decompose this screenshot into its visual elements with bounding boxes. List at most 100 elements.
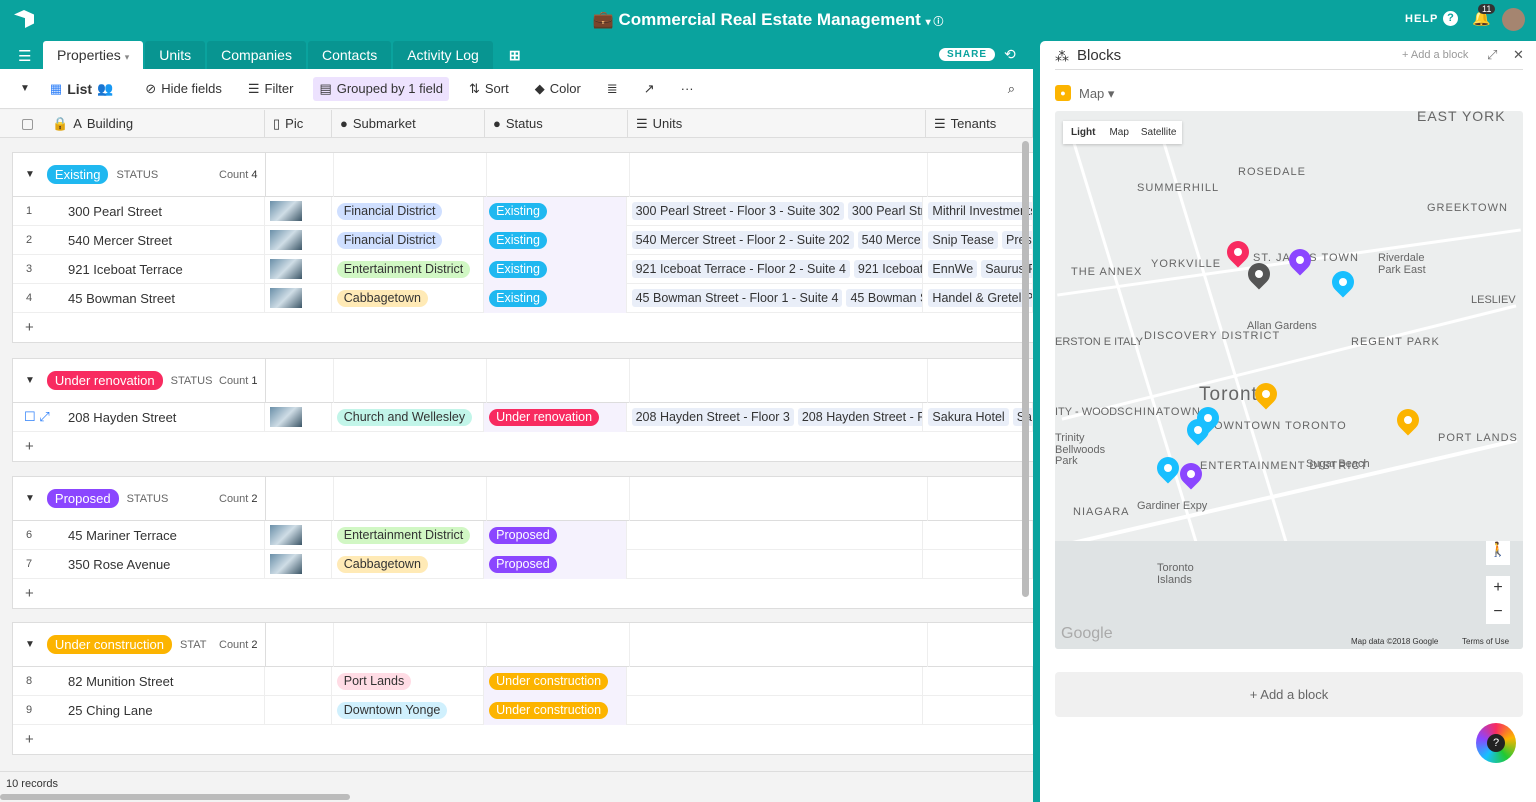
help-icon[interactable]: ? [1443,11,1458,26]
unit-chip[interactable]: 540 Mercer Street - Floor 2 - Suite 202 [631,231,854,249]
map-pin[interactable] [1152,452,1184,484]
building-thumbnail[interactable] [270,407,302,427]
unit-chip[interactable]: 921 Iceboat Terrace - Floor 2 - Suite 4 [631,260,850,278]
group-button[interactable]: ▤ Grouped by 1 field [313,76,449,101]
unit-chip[interactable]: 921 Iceboat [853,260,923,278]
filter-button[interactable]: ☰ Filter [242,77,300,101]
tenant-chip[interactable]: Mithril Investments [928,202,1033,220]
share-button[interactable]: SHARE [939,48,996,61]
unit-chip[interactable]: 300 Pearl Str [847,202,923,220]
avatar[interactable] [1502,8,1525,31]
tenant-chip[interactable]: EnnWe [928,260,978,278]
tab-units[interactable]: Units [145,41,206,69]
building-name[interactable]: 82 Munition Street [68,674,174,689]
unit-chip[interactable]: 540 Merce [857,231,923,249]
unit-chip[interactable]: 300 Pearl Street - Floor 3 - Suite 302 [631,202,844,220]
column-header-units[interactable]: Units [653,110,683,138]
add-record-button[interactable]: + [13,725,1033,754]
building-thumbnail[interactable] [270,259,302,279]
unit-chip[interactable]: 208 Hayden Street - Floor 3 [631,408,794,426]
building-name[interactable]: 300 Pearl Street [68,204,162,219]
building-name[interactable]: 208 Hayden Street [68,410,176,425]
help-link[interactable]: HELP [1405,13,1438,25]
close-icon[interactable]: ✕ [1513,47,1524,63]
table-row[interactable]: 9 25 Ching Lane Downtown Yonge Under cons… [13,695,1033,725]
tenant-chip[interactable]: Sakura Hotel [928,408,1009,426]
menu-icon[interactable]: ☰ [18,47,31,65]
row-height-icon[interactable]: ≣ [601,77,624,101]
base-title[interactable]: Commercial Real Estate Management [619,10,921,29]
color-button[interactable]: ◆ Color [529,77,587,101]
support-chat-icon[interactable]: ? [1476,723,1516,763]
collapse-group-icon[interactable]: ▼ [25,169,35,180]
column-header-status[interactable]: Status [506,110,543,138]
collapse-group-icon[interactable]: ▼ [25,493,35,504]
table-row[interactable]: 8 82 Munition Street Port Lands Under con… [13,666,1033,696]
building-name[interactable]: 45 Bowman Street [68,291,175,306]
map-pin[interactable] [1284,244,1316,276]
tenant-chip[interactable]: Snip Tease [928,231,999,249]
view-name[interactable]: ▦ List 👥 [44,77,119,101]
collapse-group-icon[interactable]: ▼ [25,639,35,650]
map-pin[interactable] [1222,236,1254,268]
map-pin[interactable] [1392,404,1424,436]
vertical-scrollbar[interactable] [1022,141,1029,597]
unit-chip[interactable]: 45 Bowman Street - Floor 1 - Suite 4 [631,289,843,307]
table-row[interactable]: 1 300 Pearl Street Financial District Exi… [13,196,1033,226]
tab-companies[interactable]: Companies [207,41,306,69]
building-name[interactable]: 540 Mercer Street [68,233,172,248]
building-thumbnail[interactable] [270,230,302,250]
add-block-link[interactable]: + Add a block [1402,49,1468,61]
building-thumbnail[interactable] [270,554,302,574]
column-header-pic[interactable]: Pic [285,110,303,138]
column-header-submarket[interactable]: Submarket [353,110,416,138]
view-switcher-caret-icon[interactable]: ▼ [20,83,30,94]
map-pin[interactable] [1327,266,1359,298]
history-icon[interactable]: ⟲ [1004,46,1016,63]
table-row[interactable]: 2 540 Mercer Street Financial District Ex… [13,225,1033,255]
share-view-icon[interactable]: ↗ [638,77,661,101]
table-row[interactable]: 4 45 Bowman Street Cabbagetown Existing 4… [13,283,1033,313]
building-thumbnail[interactable] [270,201,302,221]
block-selector[interactable]: Map ▾ [1079,86,1114,102]
horizontal-scrollbar[interactable] [0,794,350,800]
tab-contacts[interactable]: Contacts [307,41,392,69]
tab-properties[interactable]: Properties ▾ [43,41,144,69]
expand-record-icon[interactable]: ☐ ⤢ [18,409,68,425]
building-name[interactable]: 350 Rose Avenue [68,557,170,572]
table-row[interactable]: 3 921 Iceboat Terrace Entertainment Distr… [13,254,1033,284]
zoom-out-button[interactable]: − [1486,600,1510,624]
table-row[interactable]: 7 350 Rose Avenue Cabbagetown Proposed [13,549,1033,579]
sort-button[interactable]: ⇅ Sort [463,77,515,101]
hide-fields-button[interactable]: ⊘ Hide fields [139,77,228,101]
building-thumbnail[interactable] [270,288,302,308]
tab-activity-log[interactable]: Activity Log [393,41,493,69]
table-row[interactable]: ☐ ⤢ 208 Hayden Street Church and Wellesle… [13,402,1033,432]
expand-icon[interactable]: ⤢ [1487,47,1497,63]
table-row[interactable]: 6 45 Mariner Terrace Entertainment Distri… [13,520,1033,550]
map-type-map[interactable]: Map [1103,121,1134,144]
map[interactable]: Light Map Satellite 🚶 + − Google Map data… [1055,111,1523,649]
add-record-button[interactable]: + [13,432,1033,461]
tenant-chip[interactable]: Handel & Gretel P [928,289,1033,307]
column-header-tenants[interactable]: Tenants [951,110,997,138]
more-icon[interactable]: ··· [675,77,700,100]
unit-chip[interactable]: 45 Bowman S [846,289,923,307]
building-name[interactable]: 25 Ching Lane [68,703,153,718]
terms-link[interactable]: Terms of Use [1462,637,1509,646]
building-name[interactable]: 921 Iceboat Terrace [68,262,183,277]
map-type-light[interactable]: Light [1063,121,1103,144]
add-block-button[interactable]: + Add a block [1055,672,1523,717]
building-thumbnail[interactable] [270,525,302,545]
add-record-button[interactable]: + [13,313,1033,342]
column-header-building[interactable]: Building [87,110,133,138]
street-view-icon[interactable]: 🚶 [1486,541,1510,565]
building-name[interactable]: 45 Mariner Terrace [68,528,177,543]
add-record-button[interactable]: + [13,579,1033,608]
add-table-icon[interactable]: ⊞ [495,41,535,69]
search-icon[interactable]: ⌕ [1002,77,1021,101]
map-type-satellite[interactable]: Satellite [1135,121,1183,144]
collapse-group-icon[interactable]: ▼ [25,375,35,386]
zoom-in-button[interactable]: + [1486,576,1510,600]
select-all-checkbox[interactable] [22,118,33,130]
